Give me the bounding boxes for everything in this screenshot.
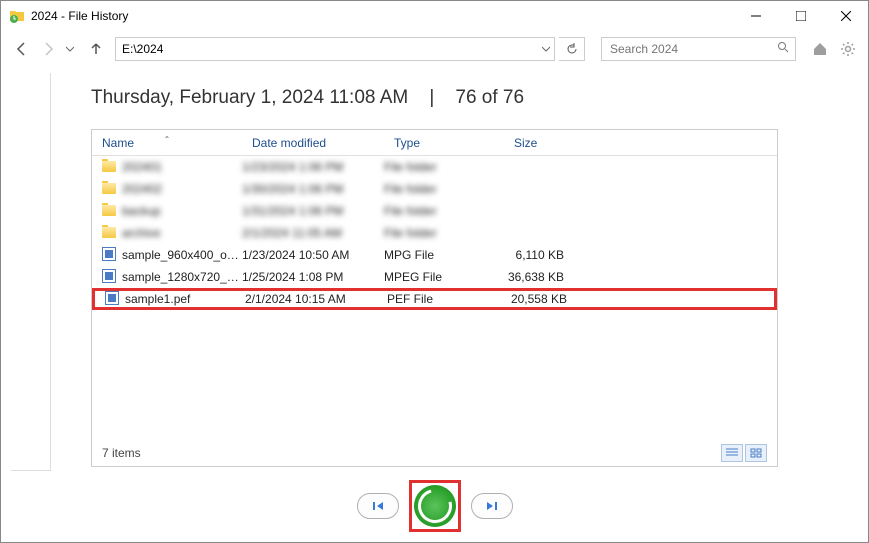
view-icons-button[interactable]	[745, 444, 767, 462]
refresh-button[interactable]	[559, 37, 585, 61]
file-icon	[102, 247, 118, 263]
file-type: File folder	[384, 226, 504, 240]
minimize-button[interactable]	[733, 1, 778, 31]
up-button[interactable]	[85, 38, 107, 60]
file-name: backup	[122, 204, 242, 218]
file-date: 2/1/2024 10:15 AM	[245, 292, 387, 306]
restore-button-highlight	[409, 480, 461, 532]
titlebar: 2024 - File History	[1, 1, 868, 31]
file-name: 202402	[122, 182, 242, 196]
file-size: 6,110 KB	[504, 248, 580, 262]
folder-icon	[102, 203, 118, 219]
status-bar: 7 items	[92, 440, 777, 466]
file-row[interactable]: backup1/31/2024 1:06 PMFile folder	[92, 200, 777, 222]
close-button[interactable]	[823, 1, 868, 31]
history-dropdown-icon[interactable]	[63, 45, 77, 53]
file-row[interactable]: 2024011/23/2024 1:06 PMFile folder	[92, 156, 777, 178]
search-box[interactable]	[601, 37, 796, 61]
file-row[interactable]: sample1.pef2/1/2024 10:15 AMPEF File20,5…	[92, 288, 777, 310]
file-icon	[102, 269, 118, 285]
file-size: 36,638 KB	[504, 270, 580, 284]
file-icon	[105, 291, 121, 307]
file-type: File folder	[384, 182, 504, 196]
search-icon	[777, 40, 789, 58]
snapshot-counter: 76 of 76	[455, 87, 524, 108]
column-header-name[interactable]: ⌃ Name	[92, 136, 242, 150]
file-row[interactable]: archive2/1/2024 11:05 AMFile folder	[92, 222, 777, 244]
file-name: sample_960x400_oc...	[122, 248, 242, 262]
folder-icon	[102, 159, 118, 175]
file-type: PEF File	[387, 292, 507, 306]
file-name: archive	[122, 226, 242, 240]
file-type: File folder	[384, 204, 504, 218]
file-type: MPG File	[384, 248, 504, 262]
sidebar-panel-edge	[11, 73, 51, 471]
folder-icon	[102, 225, 118, 241]
column-header-type[interactable]: Type	[384, 136, 504, 150]
history-navigation-controls	[357, 480, 513, 532]
view-details-button[interactable]	[721, 444, 743, 462]
file-list: ⌃ Name Date modified Type Size 2024011/2…	[91, 129, 778, 467]
maximize-button[interactable]	[778, 1, 823, 31]
file-row[interactable]: 2024021/30/2024 1:06 PMFile folder	[92, 178, 777, 200]
search-input[interactable]	[608, 41, 789, 57]
folder-icon	[102, 181, 118, 197]
address-bar[interactable]: E:\2024	[115, 37, 555, 61]
file-type: File folder	[384, 160, 504, 174]
window-title: 2024 - File History	[31, 9, 733, 23]
back-button[interactable]	[11, 38, 33, 60]
file-date: 1/30/2024 1:06 PM	[242, 182, 384, 196]
restore-button[interactable]	[414, 485, 456, 527]
file-date: 1/23/2024 10:50 AM	[242, 248, 384, 262]
folder-history-icon	[9, 8, 25, 24]
next-version-button[interactable]	[471, 493, 513, 519]
settings-gear-icon[interactable]	[838, 39, 858, 59]
file-name: 202401	[122, 160, 242, 174]
file-date: 1/23/2024 1:06 PM	[242, 160, 384, 174]
file-type: MPEG File	[384, 270, 504, 284]
file-date: 1/31/2024 1:06 PM	[242, 204, 384, 218]
address-dropdown-icon[interactable]	[542, 42, 550, 56]
sort-ascending-icon: ⌃	[164, 135, 171, 144]
previous-version-button[interactable]	[357, 493, 399, 519]
file-name: sample1.pef	[125, 292, 245, 306]
page-header: Thursday, February 1, 2024 11:08 AM | 76…	[91, 87, 778, 109]
file-row[interactable]: sample_1280x720_s...1/25/2024 1:08 PMMPE…	[92, 266, 777, 288]
column-header-date[interactable]: Date modified	[242, 136, 384, 150]
column-header-size[interactable]: Size	[504, 136, 580, 150]
file-date: 1/25/2024 1:08 PM	[242, 270, 384, 284]
file-size: 20,558 KB	[507, 292, 583, 306]
snapshot-datetime: Thursday, February 1, 2024 11:08 AM	[91, 87, 408, 108]
file-date: 2/1/2024 11:05 AM	[242, 226, 384, 240]
column-headers: ⌃ Name Date modified Type Size	[92, 130, 777, 156]
home-icon[interactable]	[810, 39, 830, 59]
address-text: E:\2024	[122, 42, 163, 56]
navigation-toolbar: E:\2024	[1, 31, 868, 67]
item-count: 7 items	[102, 446, 141, 460]
file-name: sample_1280x720_s...	[122, 270, 242, 284]
file-row[interactable]: sample_960x400_oc...1/23/2024 10:50 AMMP…	[92, 244, 777, 266]
forward-button[interactable]	[37, 38, 59, 60]
